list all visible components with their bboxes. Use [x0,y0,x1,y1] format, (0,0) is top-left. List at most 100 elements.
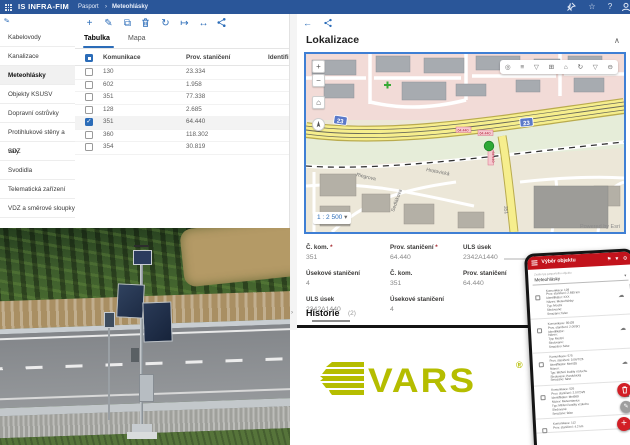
row-checkbox[interactable] [85,106,93,114]
phone-item-checkbox[interactable] [542,428,547,433]
table-row[interactable]: 360118.302 [75,129,289,143]
column-header-identifikator[interactable]: Identifikátor [268,54,289,61]
tab-tabulka[interactable]: Tabulka [84,35,110,42]
phone-item-checkbox[interactable] [539,362,544,367]
copy-icon[interactable]: ⧉ [121,17,134,30]
phone-dropdown-caret-icon[interactable]: ▾ [624,273,626,278]
table-row[interactable]: 35430.819 [75,141,289,155]
row-checkbox[interactable] [85,93,93,101]
home-extent-button[interactable]: ⌂ [312,96,325,109]
measure-icon[interactable]: ⊞ [549,63,554,71]
phone-list-item[interactable]: Komunikace: 575Prov. staničení: 3.06/7/2… [532,348,630,387]
back-arrow-icon[interactable]: ← [303,18,312,28]
row-checkbox[interactable] [85,143,93,151]
phone-list-item[interactable]: Komunikace: 525Prov. staničení: 2.07/24/… [534,381,630,420]
column-header-stanicen[interactable]: Prov. staničení [186,54,230,61]
row-checkbox[interactable]: ✓ [85,118,93,126]
cell-stanicen: 77.338 [186,91,205,104]
favorites-star-icon[interactable]: ☆ [586,2,598,11]
sidebar-item-dopravn-ostr-vky[interactable]: Dopravní ostrůvky [0,104,75,123]
layers-icon[interactable]: ≡ [520,64,524,71]
field-label: Prov. staničení [463,270,507,277]
map-scale-selector[interactable]: 1 : 2 500 ▾ [313,212,351,224]
funnel-icon[interactable]: ▽ [593,63,598,71]
photo-solar-panel-top [133,250,152,265]
phone-dropdown-value[interactable]: Meteohlásky [534,276,560,282]
phone-delete-fab[interactable] [617,383,630,398]
edit-icon[interactable]: ✎ [102,17,115,30]
app-launcher-icon[interactable] [5,4,12,11]
print-icon[interactable]: ⊖ [608,63,613,71]
sidebar-item-vdz-a-sm-rov-sloupky[interactable]: VDZ a směrové sloupky [0,199,75,218]
table-row[interactable]: ✓35164.440 [75,116,289,130]
home-icon[interactable]: ⌂ [564,64,568,71]
phone-settings-icon[interactable]: ⚙ [623,255,628,261]
select-all-checkbox[interactable] [85,54,93,62]
compass-north-button[interactable] [312,118,325,131]
sidebar-item-protihlukov-st-ny-a-valy[interactable]: Protihlukové stěny a valy [0,123,75,142]
phone-cloud-sync-icon[interactable]: ☁ [620,325,626,332]
map-widget[interactable]: Riegrova Sedlákova Hrotovická 351 64.440… [304,52,626,234]
photo-solar-panel-right [142,302,172,343]
row-checkbox[interactable] [85,68,93,76]
history-subtext-placeholder [312,320,350,322]
table-row[interactable]: 35177.338 [75,91,289,105]
phone-item-checkbox[interactable] [537,328,542,333]
breadcrumb-root[interactable]: Pasport [78,4,99,10]
splitter-chevron-icon[interactable]: › [291,310,293,316]
phone-edit-fab[interactable]: ✎ [620,401,630,414]
help-icon[interactable]: ? [604,2,616,11]
share-icon[interactable] [216,17,229,30]
row-checkbox[interactable] [85,131,93,139]
zoom-in-button[interactable]: + [312,60,325,73]
panel-splitter[interactable]: › [289,14,297,330]
table-row[interactable]: 1282.685 [75,104,289,118]
sidebar-item-meteohl-sky[interactable]: Meteohlásky [0,66,75,85]
sidebar-item-objekty-ksusv[interactable]: Objekty KSUSV [0,85,75,104]
top-app-bar: IS INFRA-FIM Pasport › Meteohlásky ☆ ? [0,0,630,14]
refresh-icon[interactable]: ↻ [578,63,583,71]
phone-item-line: Smazáno: false [551,377,572,382]
refresh-icon[interactable]: ↻ [159,17,172,30]
cell-stanicen: 30.819 [186,141,205,154]
sidebar-item-kanalizace[interactable]: Kanalizace [0,47,75,66]
table-row[interactable]: 6021.958 [75,79,289,93]
collapse-chevron-icon[interactable]: ∧ [614,36,620,45]
phone-flag-icon[interactable]: ⚑ [607,256,612,262]
zoom-out-button[interactable]: − [312,74,325,87]
add-icon[interactable]: + [83,17,96,30]
row-checkbox[interactable] [85,81,93,89]
move-forward-icon[interactable]: ↦ [178,17,191,30]
phone-add-fab[interactable]: + [617,417,630,432]
meteo-station-photo [0,228,290,445]
sidebar-item-svodidla[interactable]: Svodidla [0,161,75,180]
delete-icon[interactable] [140,17,153,30]
sidebar-item-sdz[interactable]: SDZ [0,142,75,161]
scale-caret-icon: ▾ [344,214,347,221]
table-row[interactable]: 13023.334 [75,66,289,80]
phone-item-checkbox[interactable] [540,395,545,400]
user-profile-icon[interactable] [621,2,630,12]
phone-list-item[interactable]: Komunikace: 128Prov. staničení: 2.685 km… [529,281,630,320]
photo-station-pole [140,256,143,432]
sidebar-edit-icon[interactable]: ✎ [3,17,10,26]
phone-filter-icon[interactable]: ▼ [614,256,619,262]
phone-item-line: Smazáno: false [547,311,568,316]
history-section-title[interactable]: Historie [306,308,340,318]
phone-cloud-sync-icon[interactable]: ☁ [622,358,628,365]
field-value: 64.440 [390,254,411,261]
phone-item-checkbox[interactable] [535,295,540,300]
svg-text:64.440: 64.440 [491,152,495,163]
filter-icon[interactable]: ▽ [534,63,539,71]
resize-icon[interactable]: ↔ [197,17,210,30]
phone-cloud-sync-icon[interactable]: ☁ [618,292,624,299]
tab-mapa[interactable]: Mapa [128,35,146,42]
share-icon[interactable] [323,18,333,28]
basemap-icon[interactable]: ◎ [505,63,511,71]
column-header-komunikace[interactable]: Komunikace [103,54,140,61]
phone-list-item[interactable]: Komunikace: 35428Prov. staničení: 2.00/9… [530,315,630,354]
pin-icon[interactable] [566,2,578,12]
sidebar-item-telematick-za-zen-[interactable]: Telematická zařízení [0,180,75,199]
sidebar-item-kabelovody[interactable]: Kabelovody [0,28,75,47]
hamburger-menu-icon[interactable] [531,260,537,265]
